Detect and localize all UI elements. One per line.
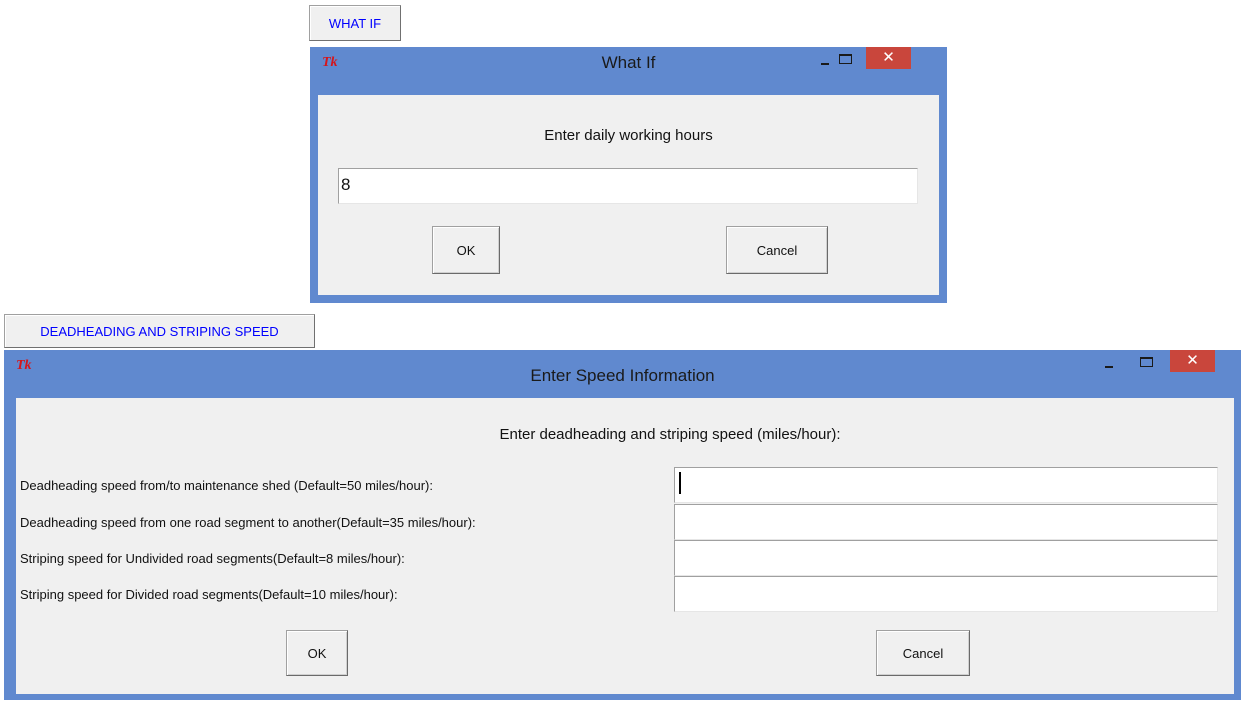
text-cursor — [679, 472, 681, 494]
deadheading-speed-button-label: DEADHEADING AND STRIPING SPEED — [40, 323, 279, 339]
what-if-button-label: WHAT IF — [328, 15, 382, 31]
what-if-prompt: Enter daily working hours — [544, 127, 713, 144]
ok-button[interactable]: OK — [432, 226, 500, 274]
working-hours-input[interactable]: 8 — [338, 168, 918, 204]
divided-speed-label: Striping speed for Divided road segments… — [20, 587, 398, 602]
cancel-button[interactable]: Cancel — [876, 630, 970, 676]
maximize-icon[interactable] — [1140, 357, 1153, 367]
speed-titlebar[interactable]: Tk Enter Speed Information ✕ — [4, 350, 1241, 385]
divided-speed-input[interactable] — [674, 576, 1218, 612]
minimize-icon[interactable] — [1102, 357, 1116, 371]
cancel-button-label: Cancel — [756, 242, 798, 258]
segment-speed-input[interactable] — [674, 504, 1218, 540]
speed-dialog: Tk Enter Speed Information ✕ Enter deadh… — [4, 350, 1241, 700]
speed-client: Enter deadheading and striping speed (mi… — [16, 398, 1234, 694]
cancel-button-label: Cancel — [902, 645, 944, 661]
working-hours-value: 8 — [341, 175, 351, 194]
ok-button-label: OK — [456, 242, 476, 258]
what-if-button[interactable]: WHAT IF — [309, 5, 401, 41]
ok-button-label: OK — [307, 645, 327, 661]
close-icon[interactable]: ✕ — [1170, 350, 1215, 372]
deadheading-speed-button[interactable]: DEADHEADING AND STRIPING SPEED — [4, 314, 315, 348]
maximize-icon[interactable] — [839, 54, 852, 64]
undivided-speed-input[interactable] — [674, 540, 1218, 576]
cancel-button[interactable]: Cancel — [726, 226, 828, 274]
shed-speed-input[interactable] — [674, 467, 1218, 503]
segment-speed-label: Deadheading speed from one road segment … — [20, 515, 476, 530]
speed-title: Enter Speed Information — [530, 366, 715, 385]
close-icon[interactable]: ✕ — [866, 47, 911, 69]
what-if-client: Enter daily working hours 8 OK Cancel — [318, 95, 939, 295]
minimize-icon[interactable] — [818, 54, 832, 68]
shed-speed-label: Deadheading speed from/to maintenance sh… — [20, 478, 433, 493]
speed-prompt: Enter deadheading and striping speed (mi… — [499, 426, 841, 443]
ok-button[interactable]: OK — [286, 630, 348, 676]
what-if-titlebar[interactable]: Tk What If ✕ — [310, 47, 947, 79]
undivided-speed-label: Striping speed for Undivided road segmen… — [20, 551, 405, 566]
what-if-dialog: Tk What If ✕ Enter daily working hours 8… — [310, 47, 947, 303]
